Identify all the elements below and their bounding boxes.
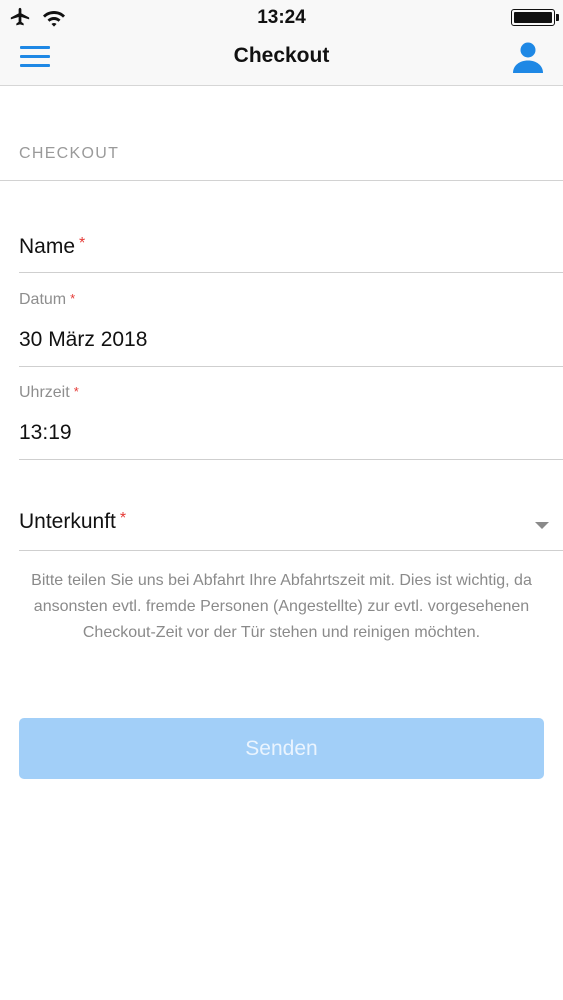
time-value[interactable]: 13:19 — [19, 421, 72, 445]
required-marker: * — [73, 384, 79, 399]
date-label: Datum * — [19, 291, 76, 308]
page-title: Checkout — [233, 44, 330, 67]
chevron-down-icon[interactable] — [535, 522, 549, 529]
help-text: Bitte teilen Sie uns bei Abfahrt Ihre Ab… — [31, 572, 532, 641]
required-marker: * — [119, 510, 127, 527]
status-time: 13:24 — [257, 7, 306, 28]
required-marker: * — [79, 235, 86, 252]
required-marker: * — [70, 291, 76, 306]
name-label: Name * — [19, 235, 86, 258]
battery-icon — [511, 9, 559, 26]
user-icon[interactable] — [511, 40, 545, 74]
name-field[interactable]: Name * — [19, 225, 563, 273]
navigation-bar: Checkout — [0, 36, 563, 86]
accommodation-label: Unterkunft * — [19, 510, 127, 533]
section-header-label: CHECKOUT — [19, 145, 120, 162]
time-field[interactable]: Uhrzeit * 13:19 — [19, 378, 563, 460]
time-label: Uhrzeit * — [19, 384, 79, 401]
accommodation-select[interactable]: Unterkunft * — [19, 500, 563, 551]
submit-button[interactable]: Senden — [19, 718, 544, 779]
section-header: CHECKOUT — [0, 120, 563, 181]
date-value[interactable]: 30 März 2018 — [19, 328, 147, 352]
date-field[interactable]: Datum * 30 März 2018 — [19, 285, 563, 367]
status-bar: 13:24 — [0, 0, 563, 36]
